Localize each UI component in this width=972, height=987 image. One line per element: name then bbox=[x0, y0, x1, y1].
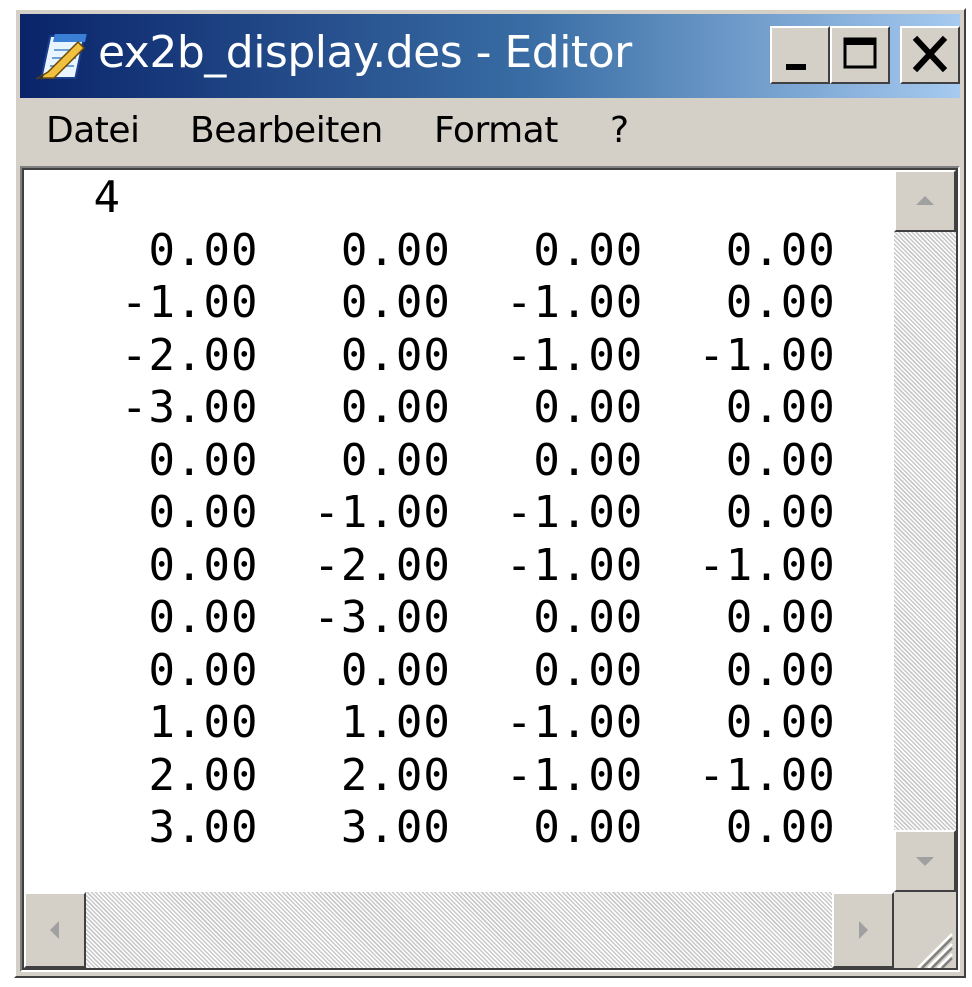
menu-bearbeiten[interactable]: Bearbeiten bbox=[190, 110, 383, 151]
vertical-scrollbar[interactable] bbox=[894, 170, 956, 892]
maximize-button[interactable] bbox=[830, 26, 890, 84]
scroll-up-button[interactable] bbox=[894, 170, 956, 232]
editor-frame: 4 0.00 0.00 0.00 0.00 -1.00 0.00 -1.00 0… bbox=[20, 166, 960, 972]
close-button[interactable] bbox=[900, 26, 960, 84]
editor-text[interactable]: 4 0.00 0.00 0.00 0.00 -1.00 0.00 -1.00 0… bbox=[66, 172, 836, 855]
text-editor[interactable]: 4 0.00 0.00 0.00 0.00 -1.00 0.00 -1.00 0… bbox=[24, 170, 894, 892]
horizontal-scrollbar[interactable] bbox=[24, 892, 894, 968]
scroll-left-button[interactable] bbox=[24, 892, 86, 968]
editor-window: ex2b_display.des - Editor Datei Bearbeit… bbox=[14, 8, 966, 978]
menu-format[interactable]: Format bbox=[434, 110, 558, 151]
menu-datei[interactable]: Datei bbox=[46, 110, 140, 151]
minimize-button[interactable] bbox=[770, 26, 830, 84]
size-grip[interactable] bbox=[894, 892, 956, 969]
title-bar[interactable]: ex2b_display.des - Editor bbox=[20, 14, 960, 98]
window-title: ex2b_display.des - Editor bbox=[98, 27, 632, 78]
scroll-right-button[interactable] bbox=[832, 892, 894, 968]
size-grip-icon bbox=[894, 933, 956, 972]
menu-help[interactable]: ? bbox=[610, 110, 629, 151]
scroll-down-button[interactable] bbox=[894, 830, 956, 892]
notepad-icon[interactable] bbox=[34, 28, 90, 84]
menu-bar: Datei Bearbeiten Format ? bbox=[20, 102, 960, 164]
